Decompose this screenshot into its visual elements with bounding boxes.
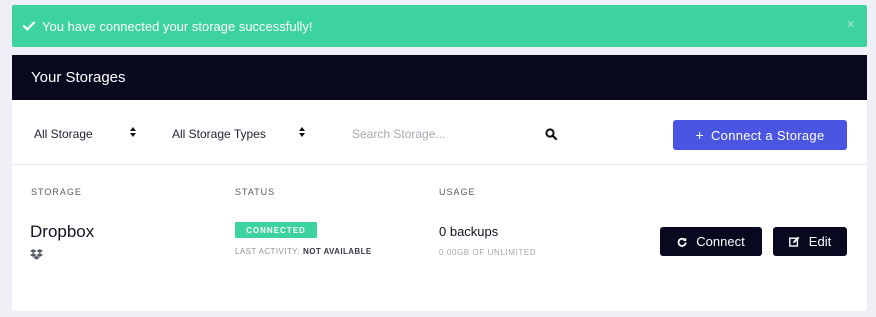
close-alert-button[interactable]: × (846, 16, 855, 34)
usage-detail: 0.00GB OF UNLIMITED (439, 248, 537, 257)
storage-filter-select[interactable]: All Storage (34, 123, 136, 145)
storage-type-filter-select[interactable]: All Storage Types (172, 123, 305, 145)
connect-button-label: Connect (696, 234, 745, 249)
alert-message: You have connected your storage successf… (42, 18, 313, 34)
search-box (352, 123, 558, 145)
search-input[interactable] (352, 123, 532, 145)
sort-arrows-icon (130, 127, 136, 137)
storages-panel: All Storage All Storage Types + Connect … (12, 100, 867, 311)
last-activity: LAST ACTIVITY: NOT AVAILABLE (235, 247, 372, 256)
filter-toolbar: All Storage All Storage Types + Connect … (12, 100, 867, 165)
success-alert: You have connected your storage successf… (12, 5, 867, 47)
connect-button[interactable]: Connect (660, 227, 762, 256)
connect-storage-button[interactable]: + Connect a Storage (673, 120, 847, 150)
edit-button-label: Edit (808, 234, 832, 249)
last-activity-label: LAST ACTIVITY: (235, 247, 301, 256)
last-activity-value: NOT AVAILABLE (303, 247, 372, 256)
sort-arrows-icon (299, 127, 305, 137)
page-title: Your Storages (31, 69, 126, 86)
column-header-storage: STORAGE (31, 187, 82, 197)
search-icon[interactable] (545, 127, 558, 145)
refresh-icon (677, 237, 687, 247)
page-header: Your Storages (12, 55, 867, 100)
storage-name: Dropbox (30, 222, 95, 241)
edit-button[interactable]: Edit (773, 227, 847, 256)
status-badge: CONNECTED (235, 222, 317, 238)
storage-type-filter-value: All Storage Types (172, 127, 266, 141)
column-header-usage: USAGE (439, 187, 476, 197)
connect-storage-label: Connect a Storage (710, 127, 825, 143)
plus-icon: + (695, 127, 704, 143)
edit-icon (788, 236, 800, 247)
usage-backups: 0 backups (439, 224, 499, 239)
check-icon (23, 21, 35, 31)
storage-filter-value: All Storage (34, 127, 93, 141)
column-header-status: STATUS (235, 187, 276, 197)
dropbox-icon (30, 247, 43, 265)
